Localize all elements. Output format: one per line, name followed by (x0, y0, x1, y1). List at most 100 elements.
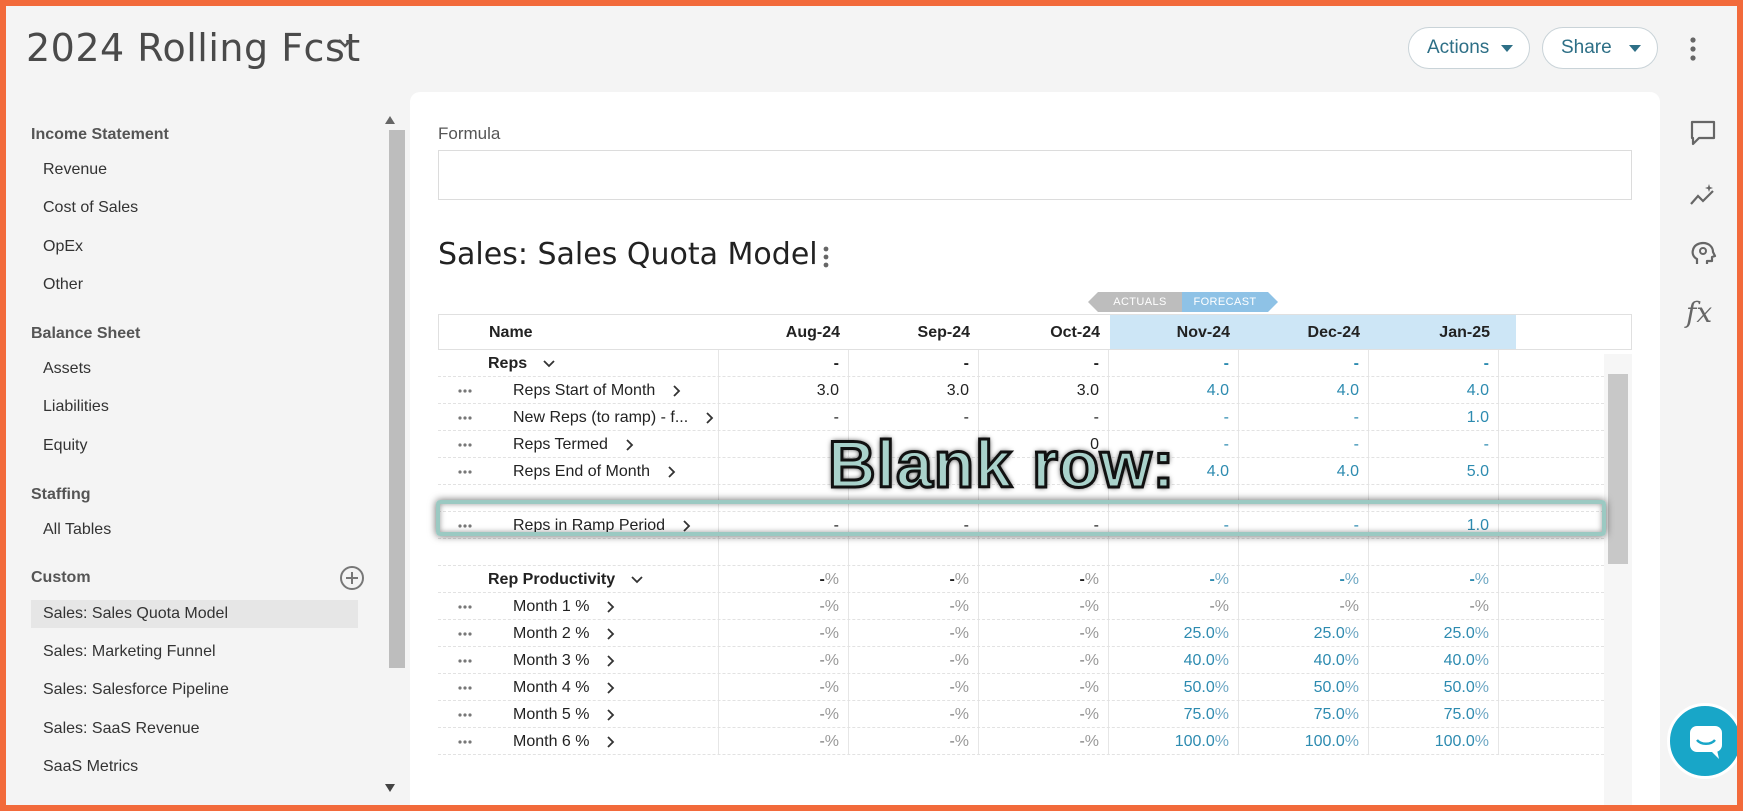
row-menu-icon[interactable] (458, 443, 472, 447)
table-row[interactable]: Month 2 % -% -% -% 25.0% 25.0% 25.0% (438, 620, 1604, 647)
cell-sep-24[interactable] (849, 539, 979, 565)
row-name[interactable]: Rep Productivity (488, 566, 615, 592)
row-name[interactable]: Reps (488, 350, 527, 376)
row-name[interactable]: Month 5 % (513, 701, 589, 727)
comment-icon[interactable] (1689, 119, 1717, 147)
cell-dec-24[interactable]: 4.0 (1239, 458, 1369, 484)
cell-sep-24[interactable]: -% (849, 566, 979, 592)
chevron-right-icon[interactable] (605, 601, 617, 613)
chevron-down-icon[interactable] (336, 36, 354, 50)
sidebar-item-marketing-funnel[interactable]: Sales: Marketing Funnel (31, 638, 358, 666)
cell-jan-25[interactable]: 4.0 (1369, 377, 1499, 403)
grid-scrollbar-thumb[interactable] (1608, 374, 1628, 564)
cell-nov-24[interactable]: 4.0 (1109, 377, 1239, 403)
cell-aug-24[interactable]: -% (719, 593, 849, 619)
cell-sep-24[interactable]: -% (849, 593, 979, 619)
cell-oct-24[interactable]: -% (979, 701, 1109, 727)
chevron-down-icon[interactable] (543, 358, 555, 370)
cell-sep-24[interactable]: -% (849, 620, 979, 646)
cell-dec-24[interactable] (1239, 539, 1369, 565)
sidebar-item-saas-metrics[interactable]: SaaS Metrics (31, 753, 358, 781)
sidebar-item-cost-of-sales[interactable]: Cost of Sales (31, 194, 358, 222)
chat-button[interactable] (1667, 703, 1737, 779)
chevron-right-icon[interactable] (605, 736, 617, 748)
column-header-dec-24[interactable]: Dec-24 (1240, 315, 1370, 349)
cell-nov-24[interactable]: 40.0% (1109, 647, 1239, 673)
cell-oct-24[interactable]: -% (979, 620, 1109, 646)
cell-jan-25[interactable]: 40.0% (1369, 647, 1499, 673)
kebab-icon[interactable] (1688, 36, 1698, 62)
sidebar-item-other[interactable]: Other (31, 271, 358, 299)
column-header-sep-24[interactable]: Sep-24 (850, 315, 980, 349)
cell-sep-24[interactable]: 3.0 (849, 377, 979, 403)
cell-aug-24[interactable]: -% (719, 647, 849, 673)
cell-oct-24[interactable]: 3.0 (979, 377, 1109, 403)
column-header-oct-24[interactable]: Oct-24 (980, 315, 1110, 349)
chevron-right-icon[interactable] (624, 439, 636, 451)
fx-icon[interactable]: fx (1686, 296, 1712, 329)
column-header-aug-24[interactable]: Aug-24 (720, 315, 850, 349)
cell-dec-24[interactable]: 4.0 (1239, 377, 1369, 403)
row-menu-icon[interactable] (458, 470, 472, 474)
cell-sep-24[interactable]: -% (849, 701, 979, 727)
row-menu-icon[interactable] (458, 686, 472, 690)
row-name[interactable]: Month 1 % (513, 593, 589, 619)
cell-oct-24[interactable]: - (979, 350, 1109, 376)
chevron-right-icon[interactable] (666, 466, 678, 478)
sidebar-item-saas-revenue[interactable]: Sales: SaaS Revenue (31, 715, 358, 743)
row-name[interactable]: Reps Start of Month (513, 377, 655, 403)
cell-jan-25[interactable]: - (1369, 350, 1499, 376)
cell-nov-24[interactable]: 25.0% (1109, 620, 1239, 646)
cell-dec-24[interactable]: -% (1239, 566, 1369, 592)
add-circle-icon[interactable] (339, 565, 365, 591)
cell-oct-24[interactable]: -% (979, 566, 1109, 592)
cell-sep-24[interactable]: -% (849, 728, 979, 754)
chevron-right-icon[interactable] (605, 682, 617, 694)
actions-button[interactable]: Actions (1408, 27, 1530, 69)
sidebar-item-salesforce-pipeline[interactable]: Sales: Salesforce Pipeline (31, 676, 358, 704)
table-row[interactable]: Month 6 % -% -% -% 100.0% 100.0% 100.0% (438, 728, 1604, 755)
cell-oct-24[interactable]: -% (979, 647, 1109, 673)
cell-dec-24[interactable]: - (1239, 404, 1369, 430)
cell-aug-24[interactable]: -% (719, 728, 849, 754)
column-header-nov-24[interactable]: Nov-24 (1110, 315, 1240, 349)
page-title[interactable]: 2024 Rolling Fcst (26, 26, 361, 70)
cell-nov-24[interactable]: -% (1109, 566, 1239, 592)
cell-nov-24[interactable]: 100.0% (1109, 728, 1239, 754)
row-menu-icon[interactable] (458, 659, 472, 663)
cell-nov-24[interactable] (1109, 539, 1239, 565)
cell-dec-24[interactable]: 50.0% (1239, 674, 1369, 700)
cell-aug-24[interactable]: -% (719, 674, 849, 700)
sidebar-item-revenue[interactable]: Revenue (31, 156, 358, 184)
cell-sep-24[interactable]: -% (849, 674, 979, 700)
formula-input[interactable] (438, 150, 1632, 200)
kebab-icon[interactable] (822, 246, 830, 268)
table-row[interactable]: Month 4 % -% -% -% 50.0% 50.0% 50.0% (438, 674, 1604, 701)
chevron-right-icon[interactable] (704, 412, 716, 424)
cell-jan-25[interactable] (1369, 539, 1499, 565)
row-name[interactable]: Month 3 % (513, 647, 589, 673)
cell-sep-24[interactable]: - (849, 350, 979, 376)
cell-jan-25[interactable]: 5.0 (1369, 458, 1499, 484)
cell-jan-25[interactable]: 1.0 (1369, 404, 1499, 430)
table-row[interactable]: Rep Productivity -% -% -% -% -% -% (438, 566, 1604, 593)
table-row[interactable]: Month 3 % -% -% -% 40.0% 40.0% 40.0% (438, 647, 1604, 674)
table-row[interactable]: Reps - - - - - - (438, 350, 1604, 377)
cell-dec-24[interactable]: 100.0% (1239, 728, 1369, 754)
column-header-jan-25[interactable]: Jan-25 (1370, 315, 1516, 349)
sidebar-item-liabilities[interactable]: Liabilities (31, 393, 358, 421)
row-name[interactable]: Month 6 % (513, 728, 589, 754)
row-name[interactable]: Month 2 % (513, 620, 589, 646)
chevron-right-icon[interactable] (605, 655, 617, 667)
cell-nov-24[interactable]: - (1109, 350, 1239, 376)
cell-dec-24[interactable]: 40.0% (1239, 647, 1369, 673)
cell-aug-24[interactable]: -% (719, 701, 849, 727)
sidebar-item-opex[interactable]: OpEx (31, 233, 358, 261)
sidebar-item-assets[interactable]: Assets (31, 355, 358, 383)
row-name[interactable]: Reps Termed (513, 431, 608, 457)
cell-jan-25[interactable]: - (1369, 431, 1499, 457)
insights-icon[interactable] (1689, 182, 1717, 208)
cell-jan-25[interactable]: 50.0% (1369, 674, 1499, 700)
row-menu-icon[interactable] (458, 605, 472, 609)
row-menu-icon[interactable] (458, 713, 472, 717)
